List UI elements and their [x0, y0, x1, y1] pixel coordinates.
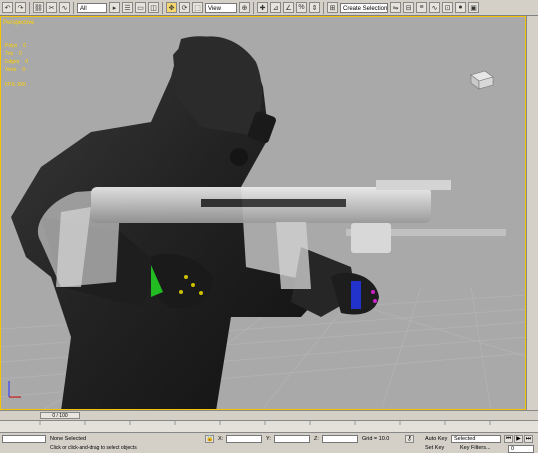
prompt-line: Click or click-and-drag to select object… [50, 445, 137, 451]
curve-editor-icon[interactable]: ∿ [429, 2, 440, 13]
rifle-model [37, 180, 506, 289]
mirror-icon[interactable]: ⇋ [390, 2, 401, 13]
go-to-start-icon[interactable]: ⏮ [504, 435, 513, 443]
percent-snap-icon[interactable]: % [296, 2, 307, 13]
current-frame-field[interactable]: 0 [508, 445, 534, 453]
toolbar-divider [323, 1, 324, 14]
auto-key-button[interactable]: Auto Key [425, 436, 447, 442]
stat-label: Polys [5, 43, 18, 49]
toolbar-divider [162, 1, 163, 14]
play-icon[interactable]: ▶ [514, 435, 523, 443]
selection-filter-dropdown[interactable]: All [77, 2, 107, 13]
pivot-center-icon[interactable]: ⊕ [239, 2, 250, 13]
gas-mask-canister [230, 148, 248, 166]
key-mode-dropdown[interactable]: Selected [451, 435, 501, 443]
track-bar[interactable] [0, 420, 538, 432]
scene-render [1, 36, 525, 409]
key-icon[interactable]: ⚷ [405, 435, 414, 443]
go-to-end-icon[interactable]: ⏭ [524, 435, 533, 443]
perspective-viewport[interactable]: Perspective Polys 0 Tris 0 Edges 0 Verts 0 F… [0, 16, 526, 410]
toolbar-divider [73, 1, 74, 14]
status-bar: None Selected Click or click-and-drag to… [0, 432, 538, 453]
x-label: X: [218, 436, 224, 442]
stat-label: Verts [5, 67, 17, 73]
command-panel-scrollbar[interactable] [526, 16, 538, 410]
edit-named-sets-icon[interactable]: ⊞ [327, 2, 338, 13]
stat-value: 0 [25, 59, 28, 65]
named-selection-dropdown[interactable]: Create Selection Set [340, 2, 388, 13]
rifle-rail [201, 199, 346, 207]
redo-icon[interactable]: ↷ [15, 2, 26, 13]
bind-spacewarp-icon[interactable]: ∿ [59, 2, 70, 13]
spinner-snap-icon[interactable]: ⇕ [309, 2, 320, 13]
lock-selection-icon[interactable]: 🔒 [205, 435, 214, 443]
axis-tripod [8, 381, 21, 398]
stat-label: Tris [5, 51, 14, 57]
maxscript-listener[interactable] [2, 435, 46, 443]
render-setup-icon[interactable]: ▣ [468, 2, 479, 13]
scale-icon[interactable]: ⬚ [192, 2, 203, 13]
rifle-grip [276, 222, 311, 289]
move-icon[interactable]: ✥ [166, 2, 177, 13]
schematic-view-icon[interactable]: ⊡ [442, 2, 453, 13]
reference-coord-dropdown[interactable]: View [205, 2, 237, 13]
toolbar-divider [29, 1, 30, 14]
y-label: Y: [266, 436, 271, 442]
stat-label: Edges [5, 59, 20, 65]
stat-value: 0 [19, 51, 22, 57]
select-link-icon[interactable]: ⛓ [33, 2, 44, 13]
main-toolbar: ↶ ↷ ⛓ ✂ ∿ All ▸ ☰ ▭ ◫ ✥ ⟳ ⬚ View ⊕ ✚ ⊿ ∠… [0, 0, 538, 16]
unlink-icon[interactable]: ✂ [46, 2, 57, 13]
material-editor-icon[interactable]: ● [455, 2, 466, 13]
rotate-icon[interactable]: ⟳ [179, 2, 190, 13]
align-icon[interactable]: ⊟ [403, 2, 414, 13]
rifle-muzzle [351, 223, 391, 253]
fps-readout: FPS: 000 [5, 82, 26, 88]
manipulate-icon[interactable]: ✚ [257, 2, 268, 13]
right-hand [331, 272, 379, 315]
stat-value: 0 [23, 43, 27, 49]
stat-value: 0 [22, 67, 26, 73]
y-coordinate-field[interactable] [274, 435, 310, 443]
rect-selection-icon[interactable]: ▭ [135, 2, 146, 13]
z-label: Z: [314, 436, 319, 442]
snap-toggle-icon[interactable]: ⊿ [270, 2, 281, 13]
window-crossing-icon[interactable]: ◫ [148, 2, 159, 13]
undo-icon[interactable]: ↶ [2, 2, 13, 13]
key-filters-button[interactable]: Key Filters... [460, 445, 491, 451]
time-slider-thumb[interactable]: 0 / 100 [40, 412, 80, 419]
select-object-icon[interactable]: ▸ [109, 2, 120, 13]
toolbar-divider [253, 1, 254, 14]
z-coordinate-field[interactable] [322, 435, 358, 443]
rifle-barrel-top [376, 180, 451, 190]
viewport-statistics: Polys 0 Tris 0 Edges 0 Verts 0 [5, 42, 28, 74]
set-key-button[interactable]: Set Key [425, 445, 444, 451]
angle-snap-icon[interactable]: ∠ [283, 2, 294, 13]
selection-status: None Selected [50, 436, 87, 442]
viewport-label[interactable]: Perspective [3, 20, 34, 26]
grid-readout: Grid = 10.0 [362, 436, 390, 442]
time-slider[interactable]: 0 / 100 [0, 410, 538, 420]
viewcube-icon[interactable] [467, 69, 495, 91]
layer-manager-icon[interactable]: ≡ [416, 2, 427, 13]
select-by-name-icon[interactable]: ☰ [122, 2, 133, 13]
x-coordinate-field[interactable] [226, 435, 262, 443]
